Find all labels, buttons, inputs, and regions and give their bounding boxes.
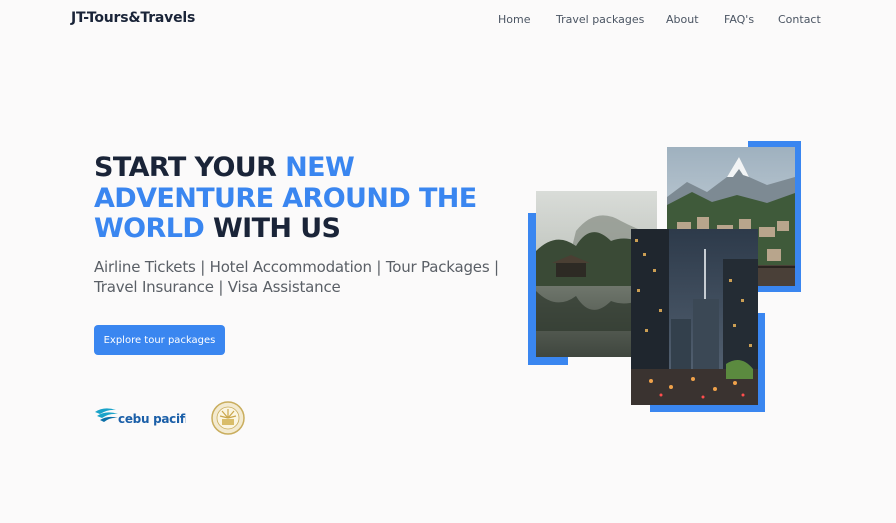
explore-tour-packages-button[interactable]: Explore tour packages <box>94 325 225 355</box>
cebu-pacific-wordmark: cebu pacific <box>118 412 186 426</box>
nav-travel-packages[interactable]: Travel packages <box>556 13 644 26</box>
nav-faqs[interactable]: FAQ's <box>724 13 754 26</box>
main-nav: Home Travel packages About FAQ's Contact <box>0 13 896 29</box>
hero-title: START YOUR NEW ADVENTURE AROUND THE WORL… <box>94 152 514 245</box>
seal-icon <box>211 401 245 435</box>
hero-title-part1: START YOUR <box>94 152 286 183</box>
navbar: JT-Tours&Travels Home Travel packages Ab… <box>0 0 896 40</box>
nav-contact[interactable]: Contact <box>778 13 821 26</box>
cebu-pacific-swoosh-icon: cebu pacific <box>95 408 196 426</box>
hero-title-part2: WITH US <box>204 213 341 244</box>
cebu-pacific-logo: cebu pacific <box>94 404 196 428</box>
government-seal-logo <box>211 401 245 435</box>
nav-about[interactable]: About <box>666 13 699 26</box>
city-night-photo <box>631 229 758 405</box>
nav-home[interactable]: Home <box>498 13 530 26</box>
hero-subtitle: Airline Tickets | Hotel Accommodation | … <box>94 258 499 296</box>
